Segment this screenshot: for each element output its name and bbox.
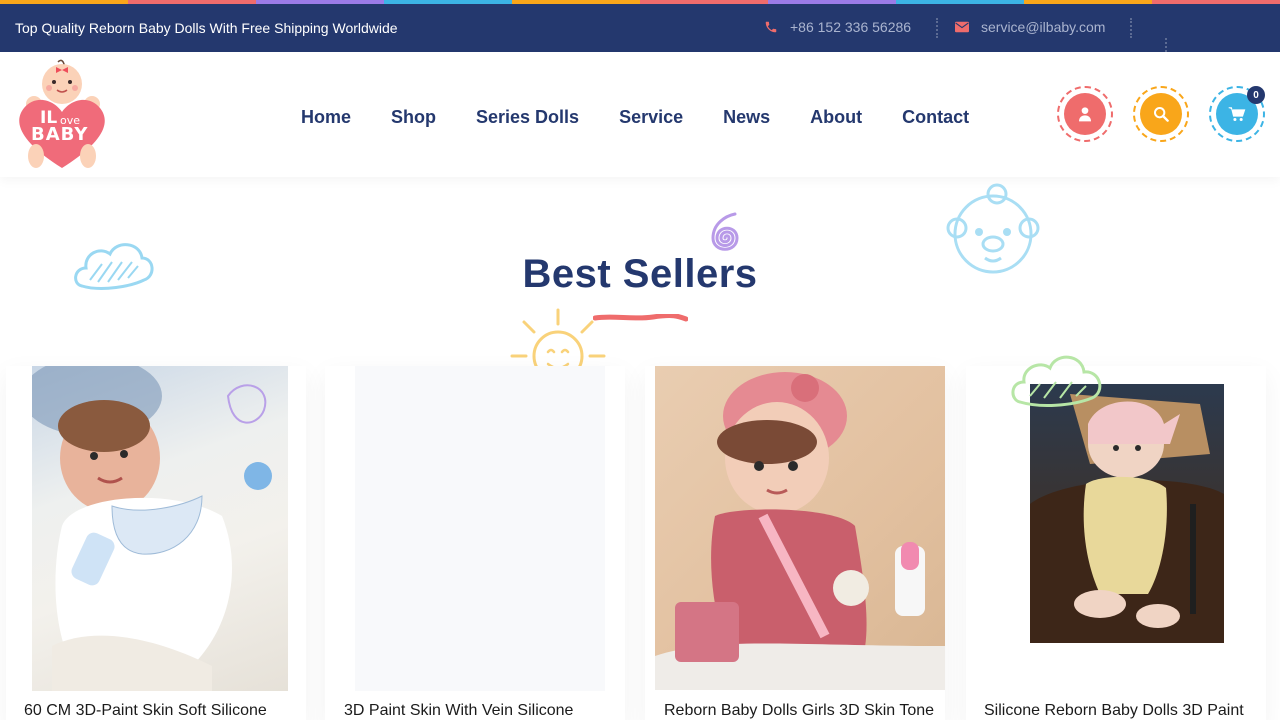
product-image[interactable] — [32, 366, 288, 691]
logo-text-baby: BABY — [31, 124, 89, 145]
product-image-placeholder[interactable] — [355, 366, 605, 691]
product-title[interactable]: Silicone Reborn Baby Dolls 3D Paint — [984, 702, 1244, 720]
best-sellers-heading: Best Sellers — [522, 252, 758, 296]
site-logo[interactable]: IL ove BABY — [12, 58, 112, 170]
color-stripes — [0, 0, 1280, 4]
user-icon — [1079, 107, 1091, 122]
phone-number: +86 152 336 56286 — [790, 19, 912, 35]
product-card[interactable]: 3D Paint Skin With Vein Silicone — [325, 366, 625, 720]
search-icon — [1154, 107, 1169, 122]
site-header: IL ove BABY Home Shop Series Dolls Servi… — [0, 52, 1280, 177]
cart-icon — [1228, 107, 1246, 122]
nav-series-dolls[interactable]: Series Dolls — [476, 107, 579, 128]
email-address: service@ilbaby.com — [981, 19, 1106, 35]
search-button[interactable] — [1133, 86, 1189, 142]
top-bar: Top Quality Reborn Baby Dolls With Free … — [0, 0, 1280, 52]
heading-underline — [593, 314, 688, 322]
cart-button[interactable]: 0 — [1209, 86, 1265, 142]
nav-news[interactable]: News — [723, 107, 770, 128]
phone-link[interactable]: +86 152 336 56286 — [764, 19, 911, 35]
nav-about[interactable]: About — [810, 107, 862, 128]
nav-contact[interactable]: Contact — [902, 107, 969, 128]
email-link[interactable]: service@ilbaby.com — [955, 19, 1105, 35]
baby-photo-illustration — [32, 366, 272, 691]
product-card[interactable]: Reborn Baby Dolls Girls 3D Skin Tone — [645, 366, 945, 720]
product-title[interactable]: 3D Paint Skin With Vein Silicone — [344, 702, 573, 720]
nav-service[interactable]: Service — [619, 107, 683, 128]
baby-photo-illustration — [1030, 394, 1224, 643]
phone-icon — [765, 21, 777, 33]
baby-photo-illustration — [655, 372, 945, 690]
shipping-tagline: Top Quality Reborn Baby Dolls With Free … — [15, 20, 398, 36]
product-title[interactable]: 60 CM 3D-Paint Skin Soft Silicone — [24, 702, 267, 720]
divider — [1130, 18, 1132, 38]
nav-shop[interactable]: Shop — [391, 107, 436, 128]
product-image[interactable] — [1030, 384, 1224, 643]
account-button[interactable] — [1057, 86, 1113, 142]
divider — [936, 18, 938, 38]
product-card[interactable]: 60 CM 3D-Paint Skin Soft Silicone — [6, 366, 306, 720]
cloud-doodle-icon — [1011, 355, 1102, 407]
envelope-icon — [955, 21, 969, 33]
cart-count-badge: 0 — [1247, 86, 1265, 104]
nav-home[interactable]: Home — [301, 107, 351, 128]
product-title[interactable]: Reborn Baby Dolls Girls 3D Skin Tone — [664, 702, 934, 720]
main-nav: Home Shop Series Dolls Service News Abou… — [301, 107, 969, 128]
product-card[interactable]: Silicone Reborn Baby Dolls 3D Paint — [966, 366, 1266, 720]
product-image[interactable] — [655, 366, 945, 690]
divider — [1165, 38, 1167, 52]
